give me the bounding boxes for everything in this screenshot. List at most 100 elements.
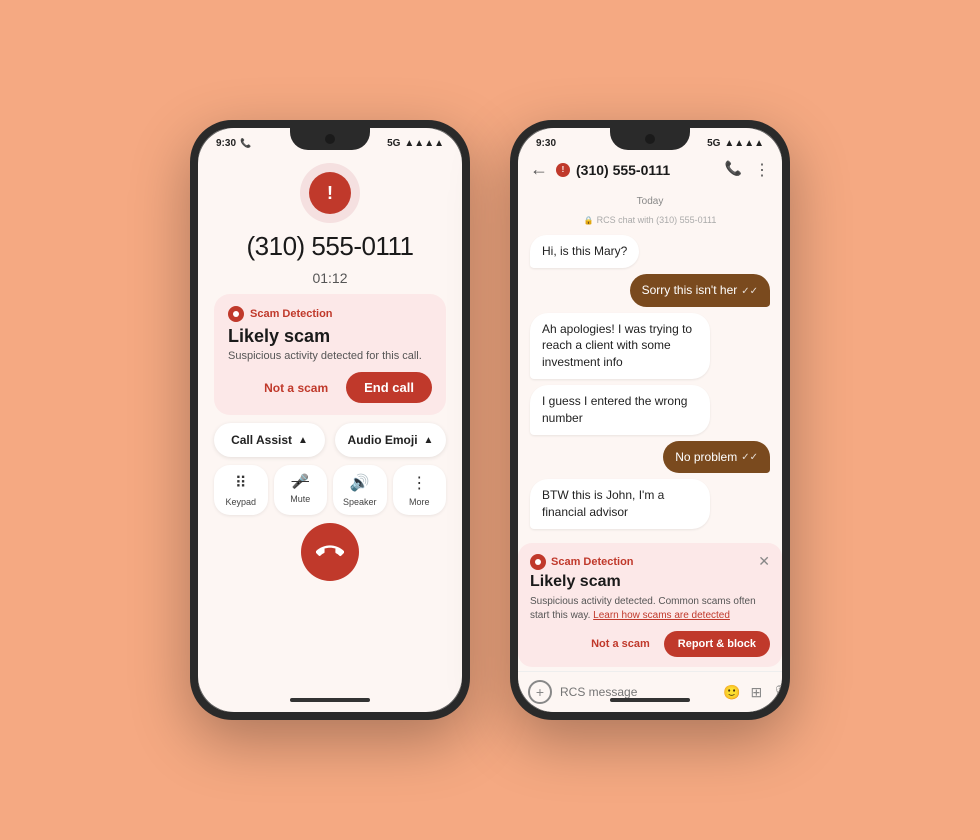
status-right-1: 5G ▲▲▲▲ [387, 138, 444, 149]
keypad-icon: ⠿ [235, 473, 247, 493]
message-4-text: I guess I entered the wrong number [542, 394, 687, 425]
chat-input-icons: 🙂 ⊞ 🎙 [723, 684, 782, 701]
call-screen: ! (310) 555-0111 01:12 Scam Detection Li… [198, 153, 462, 712]
signal-bars-2: ▲▲▲▲ [724, 138, 764, 149]
message-3: Ah apologies! I was trying to reach a cl… [530, 313, 710, 379]
chat-header-info: ! (310) 555-0111 [556, 162, 717, 178]
report-block-button[interactable]: Report & block [664, 631, 770, 657]
signal-bars-1: ▲▲▲▲ [404, 138, 444, 149]
signal-2: 5G [707, 138, 720, 149]
more-icon-header[interactable]: ⋮ [754, 160, 770, 180]
keypad-button[interactable]: ⠿ Keypad [214, 465, 268, 515]
time-1: 9:30 [216, 138, 236, 149]
mute-button[interactable]: 🎤 Mute [274, 465, 328, 515]
chevron-up-icon: ▲ [298, 435, 308, 446]
keypad-label: Keypad [225, 497, 256, 507]
scam-card-chat-header: Scam Detection ✕ [530, 553, 770, 570]
end-call-button[interactable]: End call [346, 372, 432, 403]
date-label: Today [530, 196, 770, 207]
bottom-bar-1 [290, 698, 370, 702]
audio-emoji-label: Audio Emoji [348, 433, 418, 447]
add-attachment-button[interactable]: + [528, 680, 552, 704]
learn-more-link[interactable]: Learn how scams are detected [593, 610, 730, 621]
end-call-red-button[interactable] [301, 523, 359, 581]
chat-phone-number: (310) 555-0111 [576, 162, 670, 178]
phone-end-icon [316, 538, 344, 566]
phone-2: 9:30 5G ▲▲▲▲ ← ! (310) 555-0111 📞 ⋮ Toda… [510, 120, 790, 720]
scam-card-chat: Scam Detection ✕ Likely scam Suspicious … [518, 543, 782, 667]
status-right-2: 5G ▲▲▲▲ [707, 138, 764, 149]
sticker-icon[interactable]: ⊞ [750, 684, 762, 701]
chat-input-bar: + 🙂 ⊞ 🎙 [518, 671, 782, 712]
not-scam-button[interactable]: Not a scam [256, 375, 336, 401]
scam-badge-header: ! [556, 163, 570, 177]
not-scam-chat-button[interactable]: Not a scam [585, 632, 656, 656]
lock-icon: 🔒 [584, 216, 594, 225]
message-input[interactable] [560, 685, 715, 699]
mute-label: Mute [290, 494, 310, 504]
back-button[interactable]: ← [530, 159, 548, 180]
scam-card-1: Scam Detection Likely scam Suspicious ac… [214, 294, 446, 415]
message-1-text: Hi, is this Mary? [542, 244, 627, 258]
status-left-2: 9:30 [536, 138, 556, 149]
assist-row: Call Assist ▲ Audio Emoji ▲ [214, 423, 446, 457]
chat-header-actions: 📞 ⋮ [725, 160, 770, 180]
audio-emoji-button[interactable]: Audio Emoji ▲ [335, 423, 446, 457]
phone-1: 9:30 📞 5G ▲▲▲▲ ! (310) 555-0111 01:12 [190, 120, 470, 720]
message-4: I guess I entered the wrong number [530, 385, 710, 435]
scam-exclamation: ! [327, 183, 333, 204]
more-icon: ⋮ [411, 473, 427, 493]
rcs-text: RCS chat with (310) 555-0111 [597, 215, 717, 225]
signal-1: 5G [387, 138, 400, 149]
time-2: 9:30 [536, 138, 556, 149]
more-button[interactable]: ⋮ More [393, 465, 447, 515]
phone-camera [325, 134, 335, 144]
scam-label: Scam Detection [250, 308, 333, 320]
scam-card-chat-left: Scam Detection [530, 554, 634, 570]
scam-icon-circle: ! [300, 163, 360, 223]
scam-icon-inner: ! [309, 172, 351, 214]
chevron-up-icon-2: ▲ [424, 435, 434, 446]
message-2: Sorry this isn't her ✓✓ [630, 274, 770, 307]
message-6: BTW this is John, I'm a financial adviso… [530, 479, 710, 529]
message-6-text: BTW this is John, I'm a financial adviso… [542, 488, 664, 519]
scam-label-chat: Scam Detection [551, 556, 634, 568]
rcs-label: 🔒 RCS chat with (310) 555-0111 [530, 215, 770, 225]
phone-1-screen: 9:30 📞 5G ▲▲▲▲ ! (310) 555-0111 01:12 [198, 128, 462, 712]
phone-camera-2 [645, 134, 655, 144]
controls-grid: ⠿ Keypad 🎤 Mute 🔊 Speaker ⋮ More [214, 465, 446, 515]
call-assist-button[interactable]: Call Assist ▲ [214, 423, 325, 457]
message-1: Hi, is this Mary? [530, 235, 639, 268]
scam-dot [228, 306, 244, 322]
chat-messages[interactable]: Today 🔒 RCS chat with (310) 555-0111 Hi,… [518, 188, 782, 539]
phone-2-screen: 9:30 5G ▲▲▲▲ ← ! (310) 555-0111 📞 ⋮ Toda… [518, 128, 782, 712]
status-left-1: 9:30 📞 [216, 138, 251, 149]
mute-icon: 🎤 [292, 473, 309, 490]
audio-icon[interactable]: 🎙 [772, 684, 782, 701]
scam-title: Likely scam [228, 326, 432, 347]
message-5: No problem ✓✓ [663, 441, 770, 474]
bottom-bar-2 [610, 698, 690, 702]
scam-dot-chat [530, 554, 546, 570]
message-2-text: Sorry this isn't her [642, 282, 738, 299]
scam-chat-title: Likely scam [530, 573, 770, 591]
scam-card-header: Scam Detection [228, 306, 432, 322]
speaker-icon: 🔊 [350, 473, 370, 493]
call-assist-label: Call Assist [231, 433, 292, 447]
emoji-icon[interactable]: 🙂 [723, 684, 740, 701]
scam-actions: Not a scam End call [228, 372, 432, 403]
scam-chat-actions: Not a scam Report & block [530, 631, 770, 657]
close-scam-card-button[interactable]: ✕ [758, 553, 770, 570]
message-5-text: No problem [675, 449, 737, 466]
call-number: (310) 555-0111 [247, 231, 414, 262]
call-icon-header[interactable]: 📞 [725, 160, 742, 180]
scam-chat-desc: Suspicious activity detected. Common sca… [530, 595, 770, 623]
chat-header: ← ! (310) 555-0111 📞 ⋮ [518, 153, 782, 188]
speaker-button[interactable]: 🔊 Speaker [333, 465, 387, 515]
scam-desc: Suspicious activity detected for this ca… [228, 350, 432, 362]
more-label: More [409, 497, 430, 507]
call-icon: 📞 [240, 138, 251, 149]
message-3-text: Ah apologies! I was trying to reach a cl… [542, 322, 692, 370]
speaker-label: Speaker [343, 497, 377, 507]
check-mark-5: ✓✓ [741, 451, 758, 465]
